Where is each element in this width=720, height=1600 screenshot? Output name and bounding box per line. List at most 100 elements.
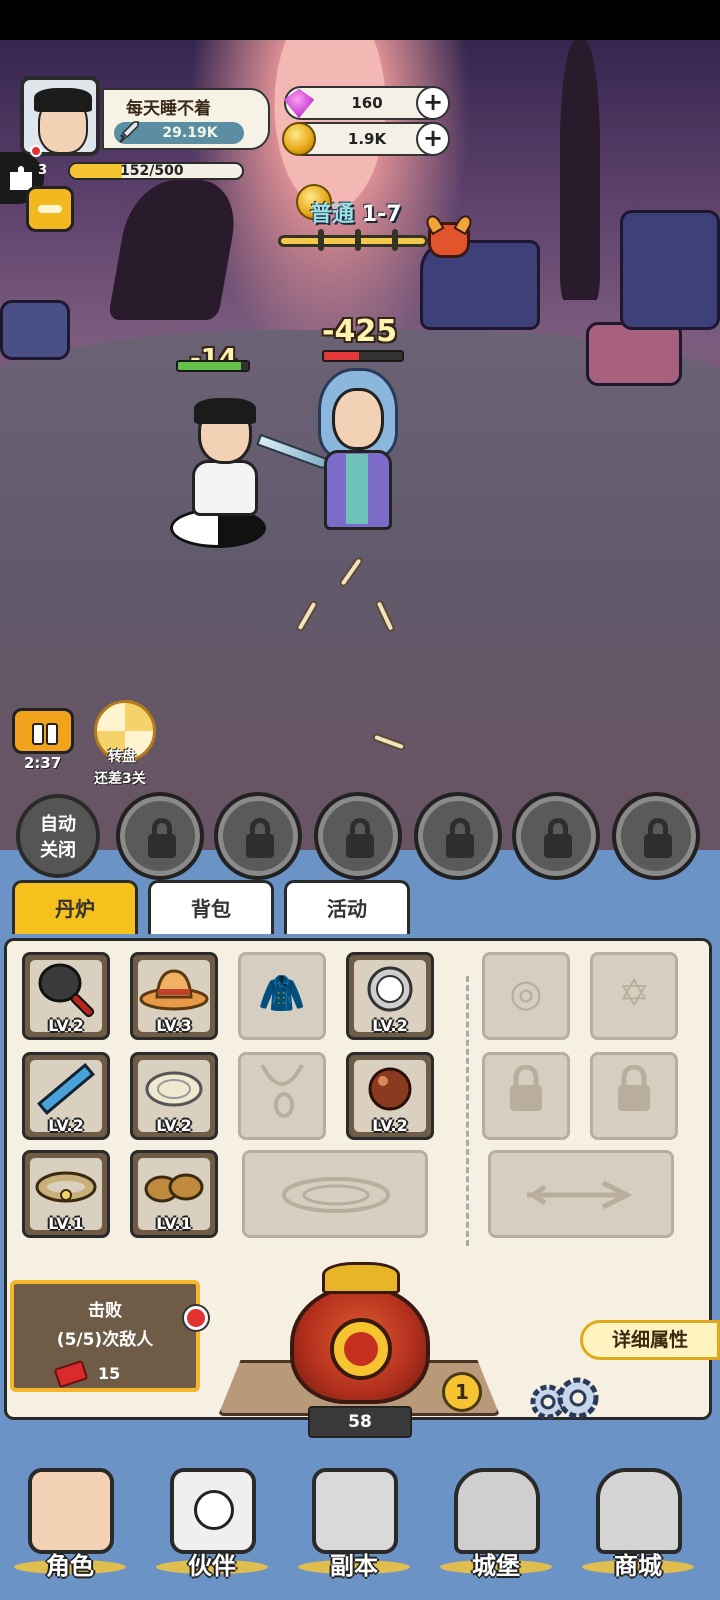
nav-castle[interactable]: 城堡 — [432, 1462, 560, 1588]
furnace-count: 58 — [308, 1406, 412, 1438]
equip-slot-necklace-empty[interactable] — [238, 1052, 326, 1140]
equip-slot-plate[interactable]: LV.2 — [130, 1052, 218, 1140]
locked-skill-slot[interactable] — [612, 792, 700, 880]
bottom-nav: 角色 伙伴 副本 城堡 商城 — [0, 1452, 720, 1600]
gem-counter: 160 + — [283, 86, 450, 120]
frying-pan-icon — [38, 963, 95, 1018]
stage-marker — [392, 229, 398, 251]
quest-card[interactable]: 击败 (5/5)次敌人 15 — [10, 1280, 200, 1392]
equip-slot-weapon[interactable]: LV.2 — [22, 952, 110, 1040]
panda-icon — [170, 1468, 256, 1554]
skill-row: 自动 关闭 — [0, 788, 720, 884]
nav-shop[interactable]: 商城 — [574, 1462, 702, 1588]
add-coins-button[interactable]: + — [416, 122, 450, 156]
furnace-level-badge[interactable]: 1 — [442, 1372, 482, 1412]
hexagram-icon: ✡ — [618, 970, 650, 1015]
ring-emblem-icon: ◎ — [509, 970, 543, 1015]
equip-slot-belt[interactable]: LV.1 — [22, 1150, 110, 1238]
boss-icon — [428, 222, 470, 258]
player-name: 每天睡不着 — [126, 99, 211, 119]
panel-divider — [466, 976, 469, 1246]
equip-slot-hat[interactable]: LV.3 — [130, 952, 218, 1040]
furnace-emblem-icon — [330, 1318, 392, 1380]
scroll-icon — [312, 1468, 398, 1554]
auto-battle-toggle[interactable]: 自动 关闭 — [16, 794, 100, 878]
equip-slot-locked[interactable] — [482, 1052, 570, 1140]
equip-slot-armor-empty[interactable]: 🧥 — [238, 952, 326, 1040]
stage-marker — [318, 229, 324, 251]
orb-badge-icon — [367, 966, 413, 1012]
locked-skill-slot[interactable] — [314, 792, 402, 880]
straw-hat-icon — [139, 969, 209, 1011]
nav-label: 副本 — [330, 1552, 378, 1580]
player-avatar[interactable] — [20, 76, 100, 156]
lock-icon — [510, 1065, 542, 1112]
pause-button[interactable] — [12, 708, 74, 754]
sword-icon — [119, 121, 139, 143]
nav-dungeon[interactable]: 副本 — [290, 1462, 418, 1588]
belt-icon — [35, 1171, 97, 1203]
ticket-icon — [53, 1359, 89, 1389]
quest-line1: 击败 — [88, 1301, 122, 1321]
panel-tabs: 丹炉 背包 活动 — [0, 880, 720, 940]
nav-label: 商城 — [614, 1552, 662, 1580]
player-level: 3 — [38, 163, 48, 178]
battle-timer: 2:37 — [24, 754, 62, 772]
equip-slot-ring-empty[interactable]: ◎ — [482, 952, 570, 1040]
add-gems-button[interactable]: + — [416, 86, 450, 120]
wheel-title: 转盘 — [108, 749, 136, 765]
gear-icon[interactable] — [524, 1372, 604, 1426]
equip-slot-sandals[interactable]: LV.1 — [130, 1150, 218, 1238]
furnace-lid — [322, 1262, 400, 1294]
stage-title: 普通 1-7 — [310, 196, 401, 228]
notification-dot — [184, 1306, 208, 1330]
array-slot-empty[interactable] — [242, 1150, 428, 1238]
equip-slot-badge[interactable]: LV.2 — [346, 952, 434, 1040]
locked-skill-slot[interactable] — [214, 792, 302, 880]
tab-activity[interactable]: 活动 — [284, 880, 410, 934]
detail-attributes-button[interactable]: 详细属性 — [580, 1320, 720, 1360]
locked-skill-slot[interactable] — [414, 792, 502, 880]
hero-character — [170, 398, 280, 558]
nav-label: 城堡 — [472, 1552, 520, 1580]
gem-amount: 160 — [351, 94, 383, 112]
locked-skill-slot[interactable] — [512, 792, 600, 880]
menu-button[interactable] — [26, 186, 74, 232]
hero-hp-bar — [176, 360, 250, 372]
coin-amount: 1.9K — [347, 130, 387, 148]
item-level: LV.2 — [48, 1016, 84, 1035]
tree-decoration — [560, 40, 600, 300]
quest-line2: (5/5)次敌人 — [56, 1330, 154, 1350]
item-level: LV.2 — [48, 1116, 84, 1135]
equip-slot-bead[interactable]: LV.2 — [346, 1052, 434, 1140]
enemy-damage-number: -425 — [322, 314, 398, 349]
equip-slot-locked[interactable] — [590, 1052, 678, 1140]
plate-icon — [145, 1071, 203, 1107]
tab-furnace[interactable]: 丹炉 — [12, 880, 138, 934]
quest-reward: 15 — [98, 1364, 121, 1383]
equip-slot-ruler[interactable]: LV.2 — [22, 1052, 110, 1140]
coin-icon — [282, 122, 316, 156]
nav-partner[interactable]: 伙伴 — [148, 1462, 276, 1588]
magic-array-icon — [282, 1177, 390, 1213]
rock — [586, 322, 682, 386]
tree-decoration — [107, 180, 243, 320]
rock — [0, 300, 70, 360]
shop-icon — [596, 1468, 682, 1554]
item-level: LV.3 — [156, 1016, 192, 1035]
nav-character[interactable]: 角色 — [6, 1462, 134, 1588]
stage-number: 1-7 — [361, 202, 402, 227]
locked-skill-slot[interactable] — [116, 792, 204, 880]
artifact-slot-empty[interactable] — [488, 1150, 674, 1238]
tab-backpack[interactable]: 背包 — [148, 880, 274, 934]
ruler-icon — [37, 1063, 95, 1116]
enemy-hp-bar — [322, 350, 404, 362]
wheel-subtitle: 还差3关 — [94, 771, 146, 787]
equip-slot-star-empty[interactable]: ✡ — [590, 952, 678, 1040]
item-level: LV.2 — [372, 1116, 408, 1135]
auto-label-line2: 关闭 — [40, 840, 76, 861]
rock — [620, 210, 720, 330]
coin-counter: 1.9K + — [282, 122, 450, 156]
bead-icon — [368, 1067, 412, 1111]
nav-label: 伙伴 — [188, 1552, 236, 1580]
